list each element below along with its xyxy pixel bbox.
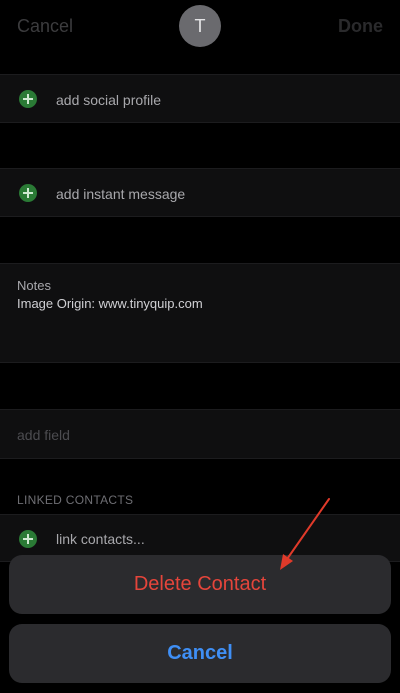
edit-contact-screen: Cancel T Done add social profile add ins…: [0, 0, 400, 693]
notes-text: Image Origin: www.tinyquip.com: [17, 296, 203, 311]
add-social-profile-row[interactable]: add social profile: [0, 74, 400, 123]
add-instant-message-label: add instant message: [56, 186, 186, 202]
notes-label: Notes: [17, 278, 51, 293]
add-field-label: add field: [17, 427, 70, 443]
add-social-profile-label: add social profile: [56, 92, 162, 108]
avatar-initial: T: [194, 15, 206, 36]
header-cancel-button[interactable]: Cancel: [17, 16, 73, 37]
link-contacts-label: link contacts...: [56, 531, 145, 547]
contact-avatar[interactable]: T: [179, 5, 221, 47]
header-bar: Cancel T Done: [0, 0, 400, 52]
add-field-row[interactable]: add field: [0, 409, 400, 459]
linked-contacts-header: LINKED CONTACTS: [17, 493, 134, 507]
notes-field[interactable]: Notes Image Origin: www.tinyquip.com: [0, 263, 400, 363]
action-sheet-cancel-label: Cancel: [167, 642, 233, 664]
add-circle-icon[interactable]: [19, 530, 37, 548]
add-circle-icon[interactable]: [19, 90, 37, 108]
add-instant-message-row[interactable]: add instant message: [0, 168, 400, 217]
delete-contact-label: Delete Contact: [133, 573, 267, 595]
delete-contact-button[interactable]: Delete Contact: [9, 555, 391, 614]
add-circle-icon[interactable]: [19, 184, 37, 202]
header-done-button[interactable]: Done: [338, 16, 383, 37]
action-sheet-cancel-button[interactable]: Cancel: [9, 624, 391, 683]
